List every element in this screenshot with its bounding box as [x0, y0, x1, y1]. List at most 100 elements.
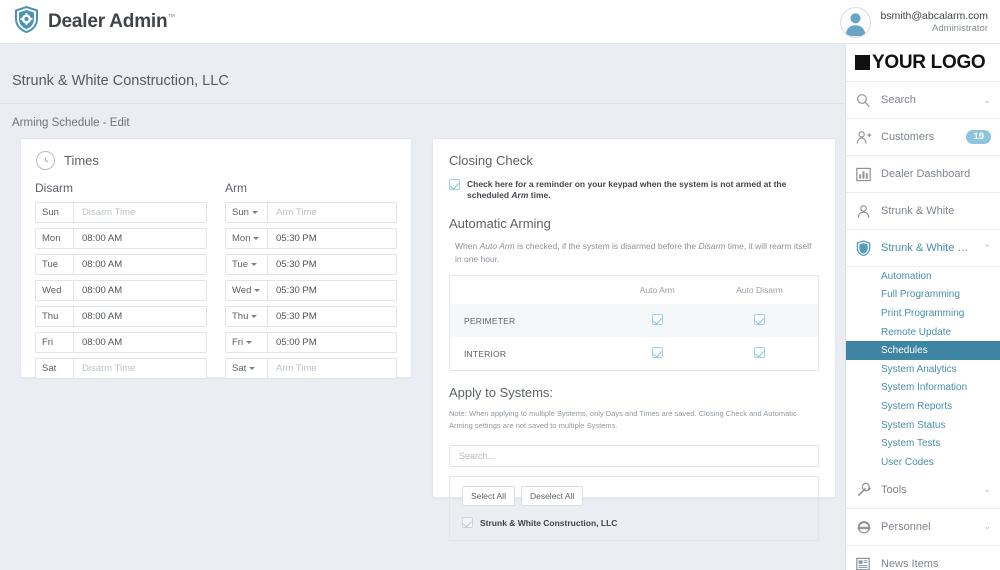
auto-disarm-checkbox[interactable]	[754, 347, 765, 358]
arm-time-row[interactable]: Thu 05:30 PM	[225, 306, 397, 327]
user-account-area[interactable]: bsmith@abcalarm.com Administrator	[840, 0, 988, 44]
disarm-time-row[interactable]: Fri08:00 AM	[35, 332, 207, 353]
arm-time-input[interactable]: Arm Time	[268, 203, 396, 222]
arm-time-input[interactable]: 05:30 PM	[268, 229, 396, 248]
status-badge: 19	[966, 130, 991, 144]
closing-check-checkbox[interactable]	[449, 179, 460, 190]
disarm-time-row[interactable]: Thu08:00 AM	[35, 306, 207, 327]
subnav-item-system-status[interactable]: System Status	[846, 416, 1000, 435]
disarm-time-input[interactable]: 08:00 AM	[74, 281, 206, 300]
arm-time-input[interactable]: 05:30 PM	[268, 255, 396, 274]
sidebar-item-strunk-white[interactable]: Strunk & White	[846, 193, 1000, 230]
arm-time-row[interactable]: Sat Arm Time	[225, 358, 397, 379]
avatar[interactable]	[840, 7, 871, 38]
subnav-item-automation[interactable]: Automation	[846, 267, 1000, 286]
disarm-time-row[interactable]: Mon08:00 AM	[35, 228, 207, 249]
automatic-arming-note: When Auto Arm is checked, if the system …	[449, 240, 819, 266]
table-header-row: Auto ArmAuto Disarm	[450, 276, 818, 304]
automatic-arming-heading: Automatic Arming	[449, 216, 819, 231]
arm-day-dropdown[interactable]: Mon	[226, 229, 268, 248]
sidebar-item-label: Dealer Dashboard	[881, 168, 991, 180]
arm-day-label: Sat	[232, 363, 246, 374]
apply-to-systems-note: Note: When applying to multiple Systems,…	[449, 408, 819, 432]
disarm-day-label: Wed	[36, 281, 74, 300]
subnav-item-system-reports[interactable]: System Reports	[846, 397, 1000, 416]
arm-day-dropdown[interactable]: Sun	[226, 203, 268, 222]
disarm-time-row[interactable]: Wed08:00 AM	[35, 280, 207, 301]
apply-to-systems-heading: Apply to Systems:	[449, 385, 835, 400]
sidebar-item-customers[interactable]: Customers19	[846, 119, 1000, 156]
auto-arming-table-wrap: Auto ArmAuto Disarm PERIMETERINTERIOR	[449, 275, 819, 371]
auto-arm-checkbox[interactable]	[652, 347, 663, 358]
subnav-item-full-programming[interactable]: Full Programming	[846, 286, 1000, 305]
disarm-time-input[interactable]: Disarm Time	[74, 359, 206, 378]
subnav-item-system-tests[interactable]: System Tests	[846, 434, 1000, 453]
auto-disarm-checkbox[interactable]	[754, 314, 765, 325]
arm-day-label: Fri	[232, 337, 243, 348]
subnav-item-print-programming[interactable]: Print Programming	[846, 304, 1000, 323]
sidebar-item-search[interactable]: Search⌄	[846, 82, 1000, 119]
chevron-up-icon[interactable]: ⌃	[983, 243, 991, 254]
arm-time-row[interactable]: Mon05:30 PM	[225, 228, 397, 249]
arm-time-input[interactable]: 05:00 PM	[268, 333, 396, 352]
arm-time-row[interactable]: Fri 05:00 PM	[225, 332, 397, 353]
sidebar-item-news-items[interactable]: News Items	[846, 546, 1000, 570]
disarm-day-label: Thu	[36, 307, 74, 326]
chevron-down-icon[interactable]: ⌄	[983, 484, 991, 495]
arm-time-input[interactable]: 05:30 PM	[268, 307, 396, 326]
disarm-time-row[interactable]: SunDisarm Time	[35, 202, 207, 223]
disarm-time-row[interactable]: SatDisarm Time	[35, 358, 207, 379]
disarm-time-input[interactable]: 08:00 AM	[74, 333, 206, 352]
subnav-item-user-codes[interactable]: User Codes	[846, 453, 1000, 472]
arm-day-dropdown[interactable]: Wed	[226, 281, 268, 300]
chevron-down-icon	[251, 263, 257, 266]
table-column-header: Auto Arm	[614, 276, 701, 304]
chevron-down-icon[interactable]: ⌄	[983, 521, 991, 532]
closing-check-label: Check here for a reminder on your keypad…	[467, 179, 819, 202]
chevron-down-icon[interactable]: ⌄	[983, 95, 991, 106]
deselect-all-button[interactable]: Deselect All	[521, 486, 583, 506]
sidebar-item-dealer-dashboard[interactable]: Dealer Dashboard	[846, 156, 1000, 193]
arm-time-input[interactable]: 05:30 PM	[268, 281, 396, 300]
auto-arm-checkbox[interactable]	[652, 314, 663, 325]
disarm-time-input[interactable]: 08:00 AM	[74, 307, 206, 326]
disarm-time-input[interactable]: 08:00 AM	[74, 255, 206, 274]
select-all-button[interactable]: Select All	[462, 486, 515, 506]
arm-time-row[interactable]: Tue05:30 PM	[225, 254, 397, 275]
checkbox-cell	[701, 304, 818, 337]
subnav-item-system-information[interactable]: System Information	[846, 379, 1000, 398]
arm-day-dropdown[interactable]: Sat	[226, 359, 268, 378]
arm-time-row[interactable]: Wed05:30 PM	[225, 280, 397, 301]
table-row: INTERIOR	[450, 337, 818, 370]
subnav-item-system-analytics[interactable]: System Analytics	[846, 360, 1000, 379]
systems-search-input[interactable]: Search...	[449, 445, 819, 467]
wrench-icon	[855, 482, 872, 498]
arm-day-dropdown[interactable]: Thu	[226, 307, 268, 326]
sidebar-item-tools[interactable]: Tools ⌄	[846, 472, 1000, 509]
times-heading: Times	[64, 153, 99, 168]
sidebar-nav-bottom: Tools⌄Personnel⌄News Items	[846, 472, 1000, 570]
sidebar-item-label: Tools	[881, 484, 974, 496]
disarm-time-input[interactable]: 08:00 AM	[74, 229, 206, 248]
disarm-time-input[interactable]: Disarm Time	[74, 203, 206, 222]
sidebar-item-label: News Items	[881, 558, 991, 570]
sidebar-item-personnel[interactable]: Personnel⌄	[846, 509, 1000, 546]
arm-day-dropdown[interactable]: Fri	[226, 333, 268, 352]
subnav-item-remote-update[interactable]: Remote Update	[846, 323, 1000, 342]
sidebar-subnav: AutomationFull ProgrammingPrint Programm…	[846, 267, 1000, 472]
arm-time-row[interactable]: SunArm Time	[225, 202, 397, 223]
arm-time-input[interactable]: Arm Time	[268, 359, 396, 378]
arm-day-dropdown[interactable]: Tue	[226, 255, 268, 274]
brand-logo[interactable]: Dealer Admin™	[0, 6, 175, 38]
disarm-day-label: Mon	[36, 229, 74, 248]
checkbox-cell	[614, 304, 701, 337]
subnav-item-schedules[interactable]: Schedules	[846, 341, 1000, 360]
disarm-time-row[interactable]: Tue08:00 AM	[35, 254, 207, 275]
times-card: Times Disarm SunDisarm TimeMon08:00 AMTu…	[20, 138, 412, 378]
sidebar-item-strunk-white-con[interactable]: Strunk & White Con...⌃	[846, 230, 1000, 267]
system-checkbox[interactable]	[462, 517, 473, 528]
closing-check-row[interactable]: Check here for a reminder on your keypad…	[449, 179, 819, 202]
user-avatar-icon	[841, 7, 870, 38]
system-list-item[interactable]: Strunk & White Construction, LLC	[462, 517, 806, 528]
arm-day-label: Thu	[232, 311, 248, 322]
